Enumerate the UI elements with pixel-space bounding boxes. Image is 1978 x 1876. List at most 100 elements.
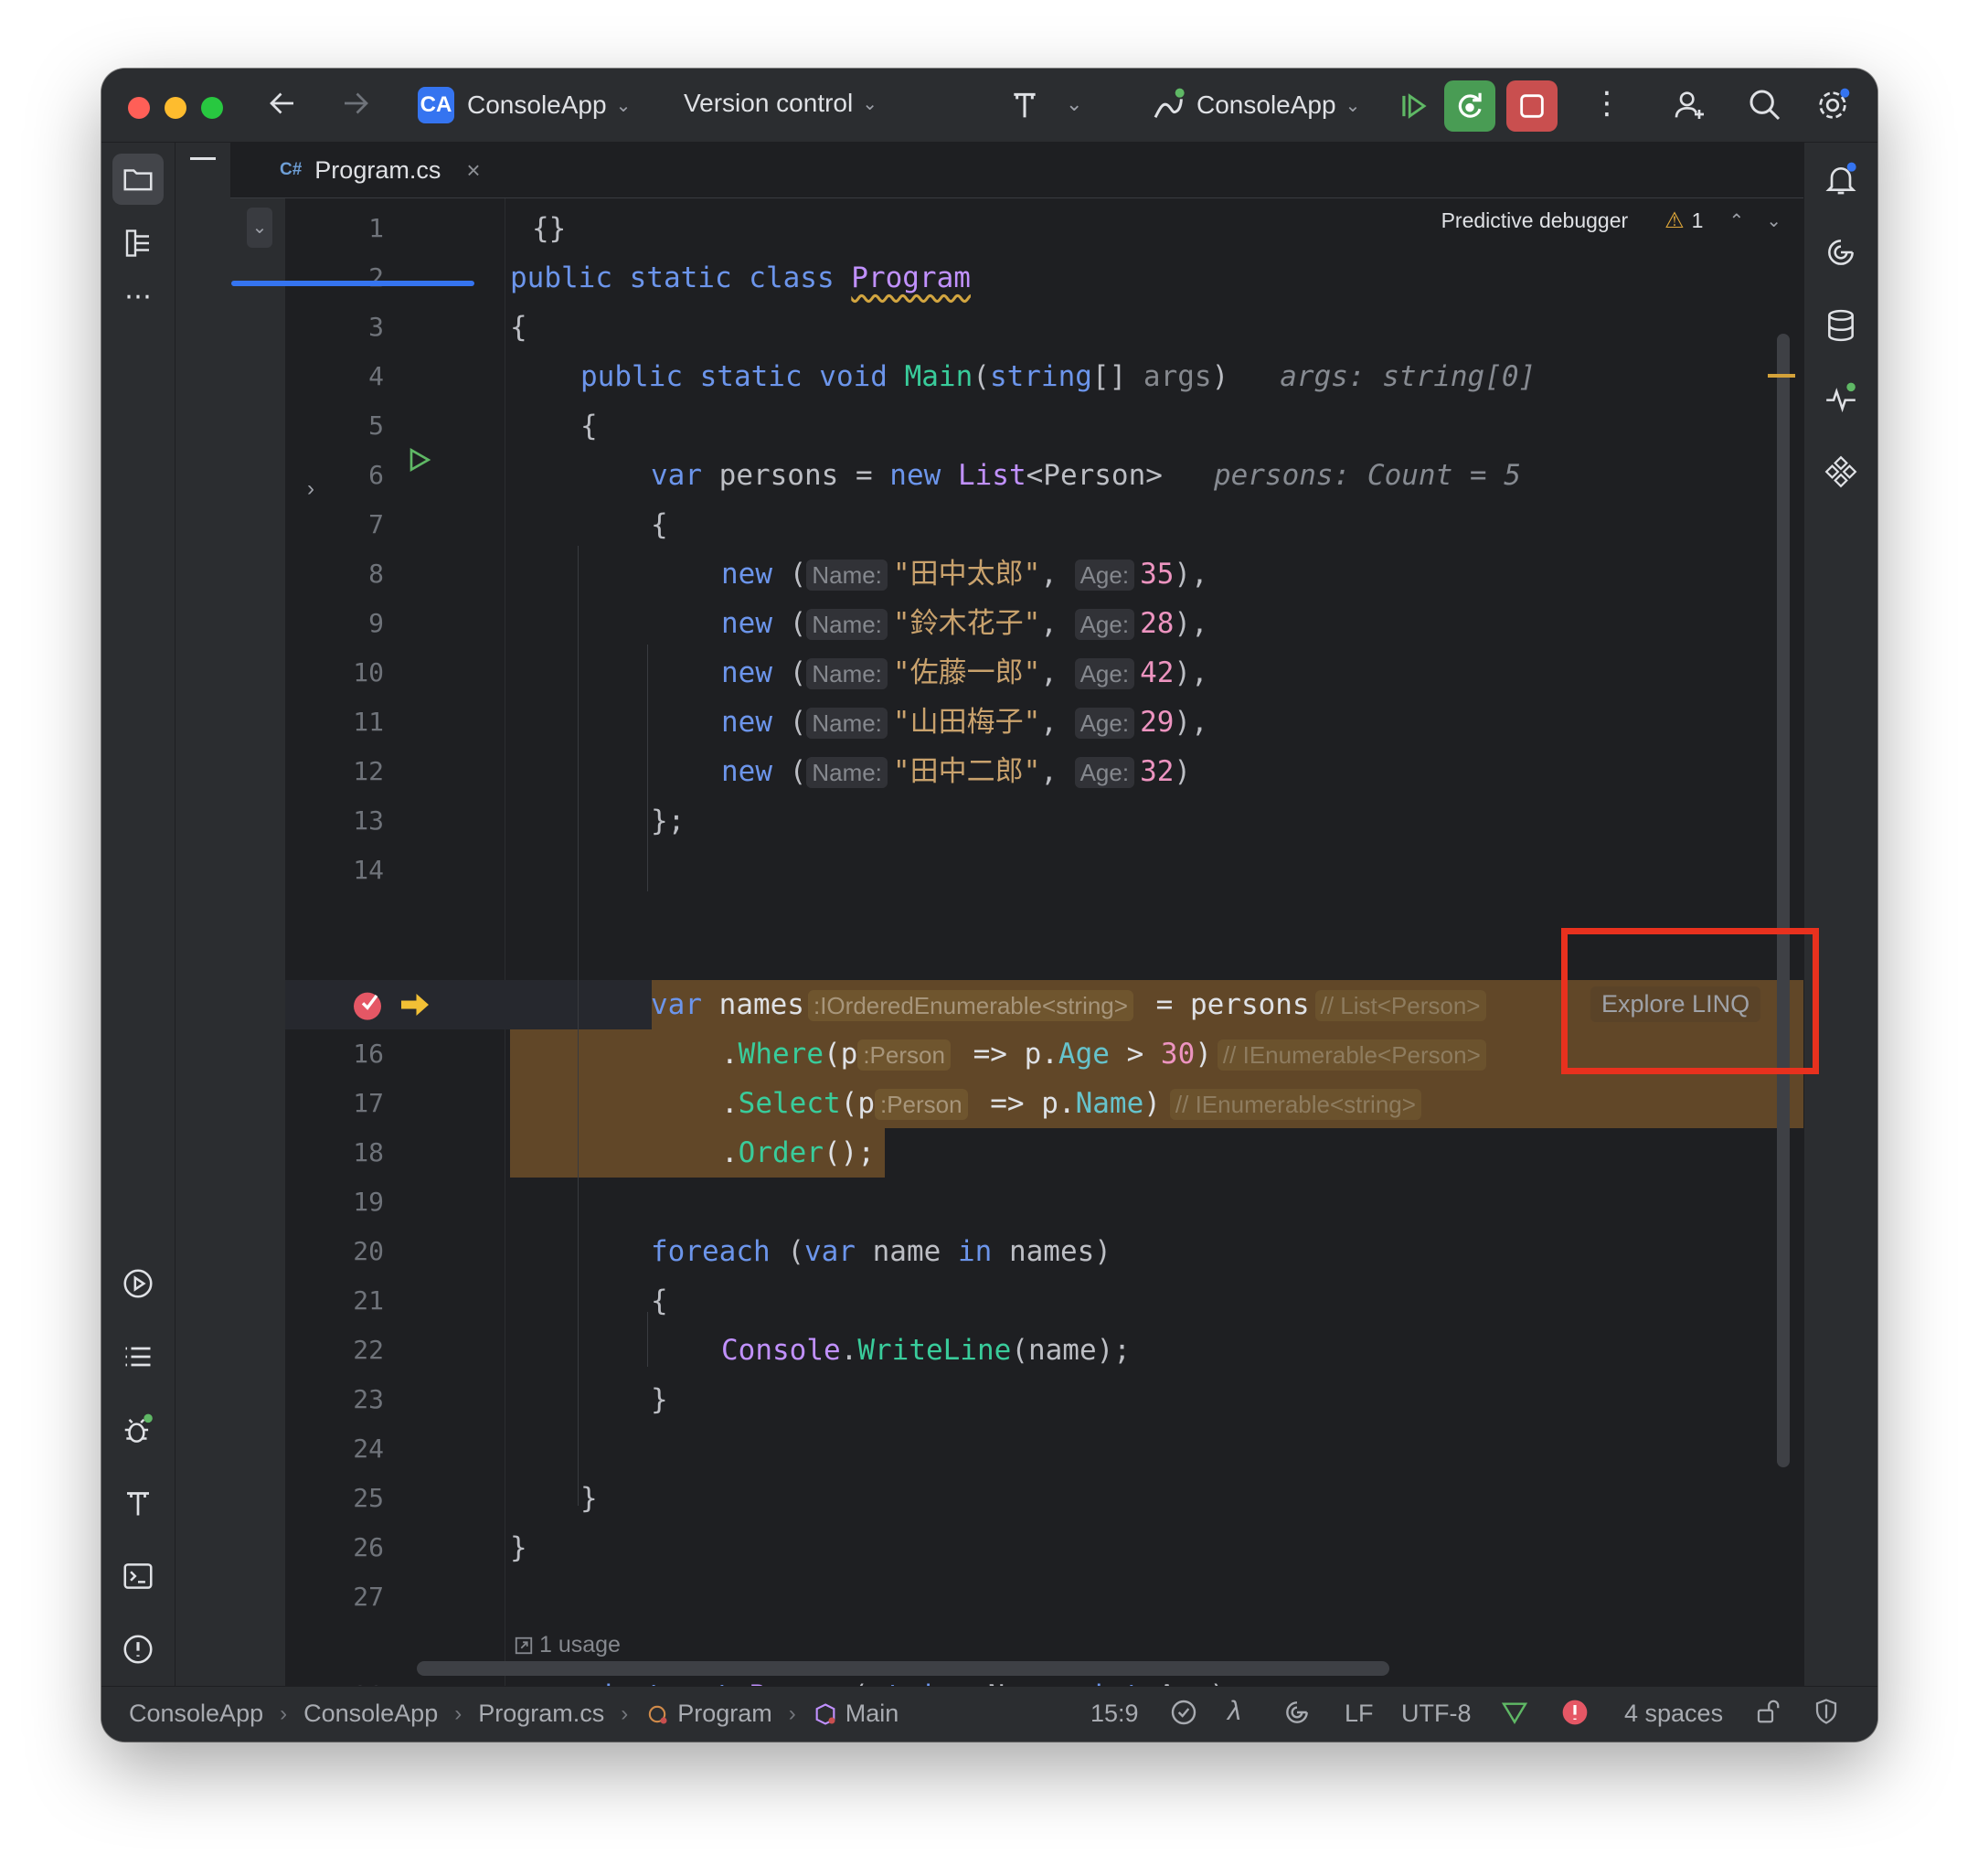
- code-line-17: .Select(p:Person => p.Name)// IEnumerabl…: [721, 1079, 1421, 1128]
- ai-status-button[interactable]: [1282, 1698, 1312, 1727]
- chevron-right-icon: ›: [280, 1700, 288, 1726]
- more-vertical-icon: ⋮: [1591, 86, 1622, 121]
- breakpoint-icon[interactable]: [349, 986, 386, 1028]
- horizontal-scrollbar[interactable]: [417, 1661, 1389, 1676]
- plugins-button[interactable]: [1821, 452, 1861, 492]
- line-number[interactable]: 22: [230, 1335, 384, 1365]
- build-menu-button[interactable]: ⌄: [1066, 92, 1082, 116]
- notifications-button[interactable]: [1821, 159, 1861, 199]
- problems-tool-button[interactable]: [118, 1629, 158, 1669]
- breadcrumb-class[interactable]: Program: [677, 1700, 772, 1728]
- run-config-selector[interactable]: ConsoleApp ⌄: [1151, 87, 1360, 123]
- services-icon: [123, 1269, 153, 1298]
- line-number[interactable]: 10: [230, 657, 384, 688]
- back-button[interactable]: [266, 87, 299, 120]
- add-user-icon: [1675, 91, 1704, 119]
- line-number[interactable]: 20: [230, 1236, 384, 1266]
- database-button[interactable]: [1821, 305, 1861, 346]
- code-line-18: .Order();: [721, 1136, 875, 1169]
- code-with-me-button[interactable]: [1672, 87, 1708, 123]
- line-number[interactable]: 21: [230, 1285, 384, 1316]
- rerun-debug-button[interactable]: [1444, 80, 1495, 132]
- line-number[interactable]: 16: [230, 1039, 384, 1069]
- terminal-icon: [123, 1563, 153, 1589]
- line-number[interactable]: 18: [230, 1137, 384, 1167]
- more-actions-button[interactable]: ⋮: [1591, 85, 1622, 122]
- minimize-panel-icon[interactable]: [190, 157, 216, 160]
- line-number[interactable]: 11: [230, 707, 384, 737]
- line-number[interactable]: 13: [230, 805, 384, 836]
- security-status-button[interactable]: [1813, 1698, 1840, 1725]
- run-main-icon[interactable]: [404, 445, 433, 479]
- line-number[interactable]: 8: [230, 559, 384, 589]
- more-tools-button[interactable]: ⋯: [118, 276, 158, 316]
- line-number[interactable]: 25: [230, 1483, 384, 1513]
- line-number[interactable]: 2: [230, 262, 384, 293]
- stop-button[interactable]: [1506, 80, 1558, 132]
- close-tab-icon[interactable]: ×: [466, 156, 480, 185]
- indent-setting[interactable]: 4 spaces: [1624, 1700, 1723, 1728]
- lambda-icon[interactable]: λ: [1228, 1696, 1241, 1727]
- line-number[interactable]: 4: [230, 361, 384, 391]
- list-icon: [125, 1347, 151, 1367]
- vertical-scrollbar[interactable]: [1777, 334, 1790, 1467]
- line-number[interactable]: 26: [230, 1532, 384, 1562]
- debug-tool-button[interactable]: [118, 1410, 158, 1450]
- caret-position[interactable]: 15:9: [1090, 1700, 1139, 1728]
- line-number[interactable]: 7: [230, 509, 384, 539]
- editor-tab-bar: C# Program.cs ×: [230, 143, 1803, 198]
- predictive-debugger-label[interactable]: Predictive debugger: [1441, 208, 1629, 233]
- project-selector[interactable]: CA ConsoleApp ⌄: [418, 87, 631, 123]
- search-everywhere-button[interactable]: [1747, 87, 1783, 123]
- line-number[interactable]: 14: [230, 855, 384, 885]
- warning-count[interactable]: 1: [1692, 208, 1704, 233]
- breadcrumb-method[interactable]: Main: [845, 1700, 899, 1728]
- services-tool-button[interactable]: [118, 1263, 158, 1304]
- chevron-down-icon[interactable]: ⌄: [1766, 209, 1781, 232]
- error-indicator[interactable]: [1560, 1698, 1590, 1727]
- line-number[interactable]: 9: [230, 608, 384, 638]
- indent-guide: [647, 645, 648, 891]
- chevron-up-icon[interactable]: ⌃: [1728, 209, 1744, 232]
- minimize-window-button[interactable]: [165, 97, 186, 119]
- tab-program-cs[interactable]: C# Program.cs ×: [258, 143, 501, 197]
- line-ending[interactable]: LF: [1345, 1700, 1374, 1728]
- resume-button[interactable]: [1388, 80, 1440, 132]
- breadcrumb-project[interactable]: ConsoleApp: [303, 1700, 438, 1728]
- method-icon: [815, 1702, 835, 1725]
- zoom-window-button[interactable]: [201, 97, 223, 119]
- line-number[interactable]: 12: [230, 756, 384, 786]
- monitor-button[interactable]: [1821, 378, 1861, 419]
- line-number[interactable]: 3: [230, 312, 384, 342]
- line-number[interactable]: 24: [230, 1434, 384, 1464]
- line-number[interactable]: 6: [230, 460, 384, 490]
- diamond-grid-icon: [1824, 455, 1857, 488]
- project-tool-button[interactable]: [112, 154, 164, 205]
- todo-tool-button[interactable]: [118, 1337, 158, 1377]
- settings-button[interactable]: [1814, 87, 1851, 123]
- file-encoding[interactable]: UTF-8: [1401, 1700, 1472, 1728]
- line-number[interactable]: 5: [230, 410, 384, 441]
- unlock-icon: [1757, 1700, 1780, 1723]
- build-button[interactable]: [1006, 87, 1043, 123]
- vcs-selector[interactable]: Version control ⌄: [684, 89, 877, 118]
- terminal-tool-button[interactable]: [118, 1556, 158, 1596]
- line-number[interactable]: 19: [230, 1187, 384, 1217]
- ai-assistant-button[interactable]: [1821, 232, 1861, 272]
- structure-tool-button[interactable]: [118, 223, 158, 263]
- read-only-toggle[interactable]: [1754, 1698, 1781, 1725]
- breadcrumb-file[interactable]: Program.cs: [478, 1700, 604, 1728]
- line-number[interactable]: 1: [230, 213, 384, 243]
- inspections-ok-button[interactable]: [1169, 1698, 1198, 1727]
- line-number[interactable]: 23: [230, 1384, 384, 1414]
- spiral-icon: [1828, 240, 1854, 265]
- close-window-button[interactable]: [128, 97, 150, 119]
- breadcrumb-solution[interactable]: ConsoleApp: [129, 1700, 263, 1728]
- line-number[interactable]: 17: [230, 1088, 384, 1118]
- build-tool-button[interactable]: [118, 1483, 158, 1523]
- usage-hint[interactable]: 1 usage: [514, 1632, 621, 1658]
- warning-stripe-marker[interactable]: [1768, 374, 1795, 378]
- forward-button[interactable]: [339, 87, 372, 120]
- resharper-status-button[interactable]: [1500, 1698, 1529, 1727]
- line-number[interactable]: 27: [230, 1582, 384, 1612]
